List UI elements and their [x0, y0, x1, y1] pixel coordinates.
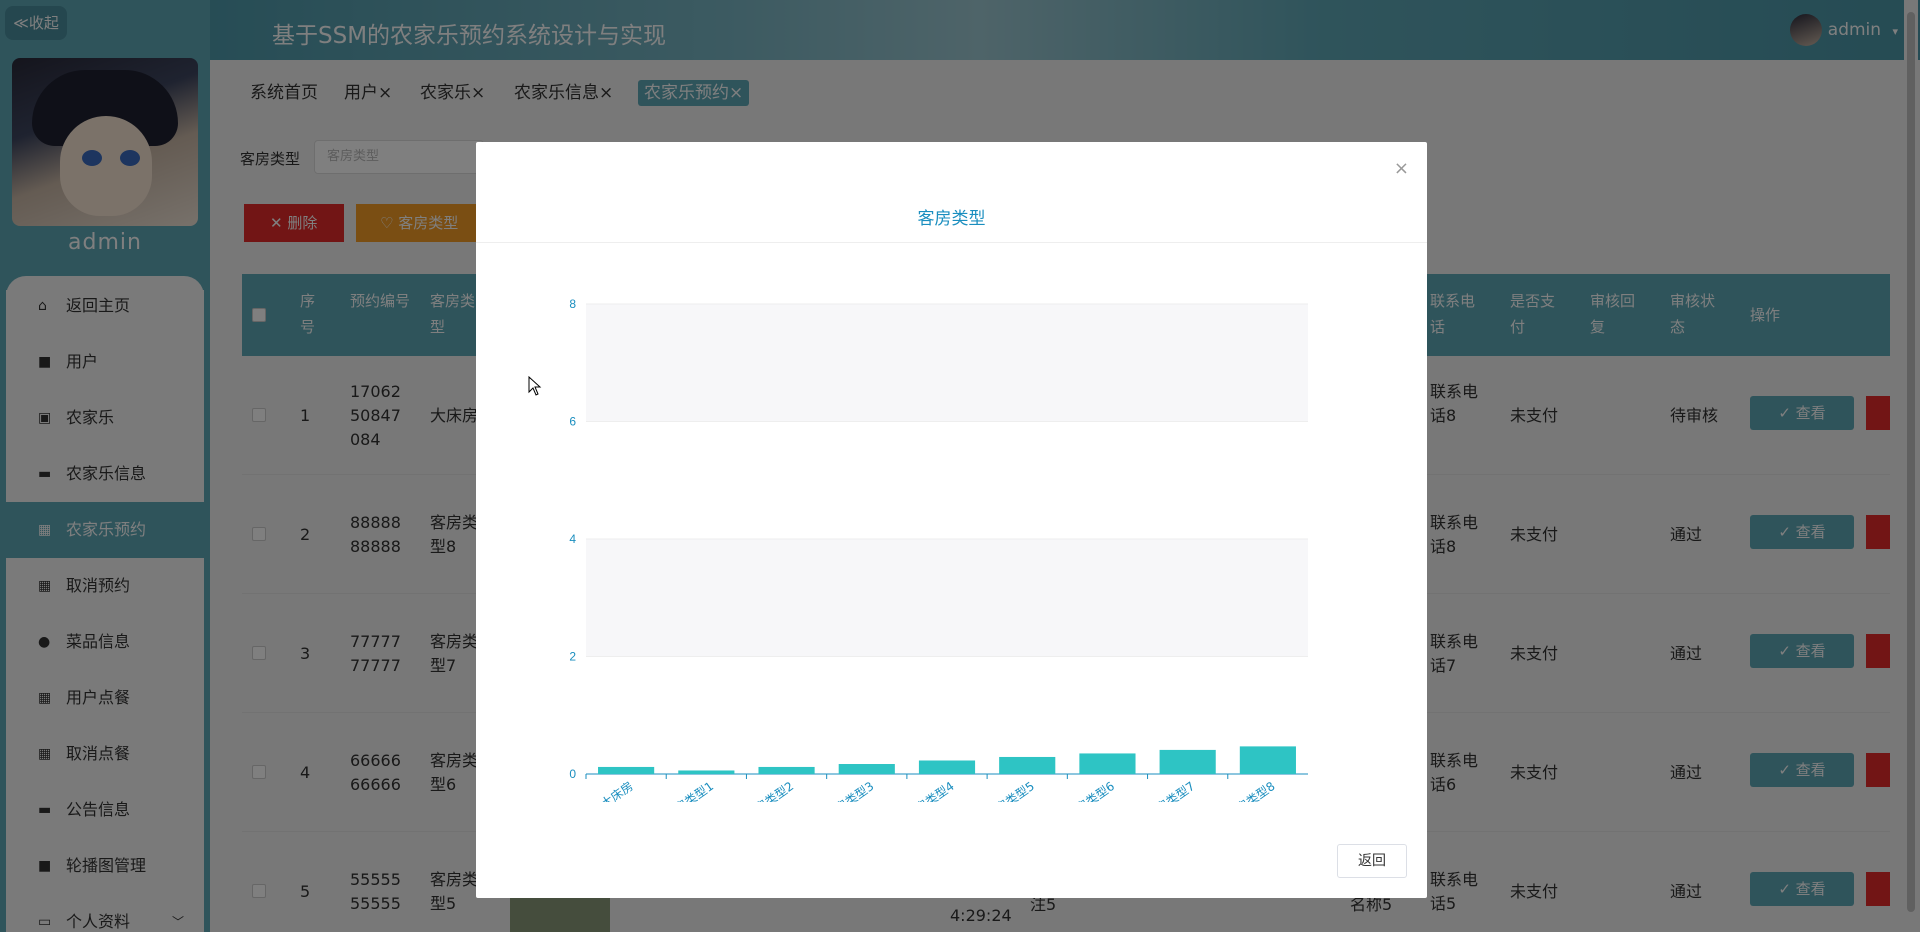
mouse-cursor-icon: [528, 376, 542, 396]
bar: [1239, 746, 1296, 774]
bar: [758, 766, 815, 774]
bar: [1079, 753, 1136, 774]
chart-dialog: × 客房类型 0 2 4 6 8 大床房 客房类型1 客房类型2 客房类型3 客房类型4 客房类型5…: [476, 142, 1427, 898]
bar: [598, 766, 655, 774]
bar: [999, 756, 1056, 774]
y-tick-label: 8: [569, 297, 576, 311]
x-tick-label: 客房类型2: [742, 778, 796, 802]
x-tick-label: 客房类型8: [1223, 778, 1277, 802]
y-tick-label: 6: [569, 415, 576, 429]
room-type-bar-chart: 0 2 4 6 8 大床房 客房类型1 客房类型2 客房类型3 客房类型4 客房类型5 客房类型6 客房…: [569, 297, 1308, 802]
dialog-title: 客房类型: [917, 209, 986, 229]
x-tick-label: 客房类型1: [662, 778, 716, 802]
bar: [918, 760, 976, 774]
grid-band: [586, 539, 1308, 657]
x-tick-label: 客房类型7: [1143, 778, 1197, 802]
x-tick-label: 客房类型3: [822, 778, 876, 802]
y-tick-label: 4: [569, 532, 576, 546]
bar: [1159, 749, 1216, 774]
x-tick-label: 大床房: [598, 778, 636, 802]
y-tick-label: 0: [569, 767, 576, 781]
y-tick-label: 2: [569, 650, 576, 664]
x-tick-label: 客房类型5: [983, 778, 1037, 802]
return-button[interactable]: 返回: [1337, 844, 1407, 878]
x-tick-label: 客房类型6: [1063, 778, 1117, 802]
close-icon[interactable]: ×: [1394, 158, 1409, 179]
bar: [838, 764, 895, 774]
x-tick-label: 客房类型4: [903, 778, 957, 802]
grid-band: [586, 304, 1308, 422]
bar: [678, 770, 735, 774]
